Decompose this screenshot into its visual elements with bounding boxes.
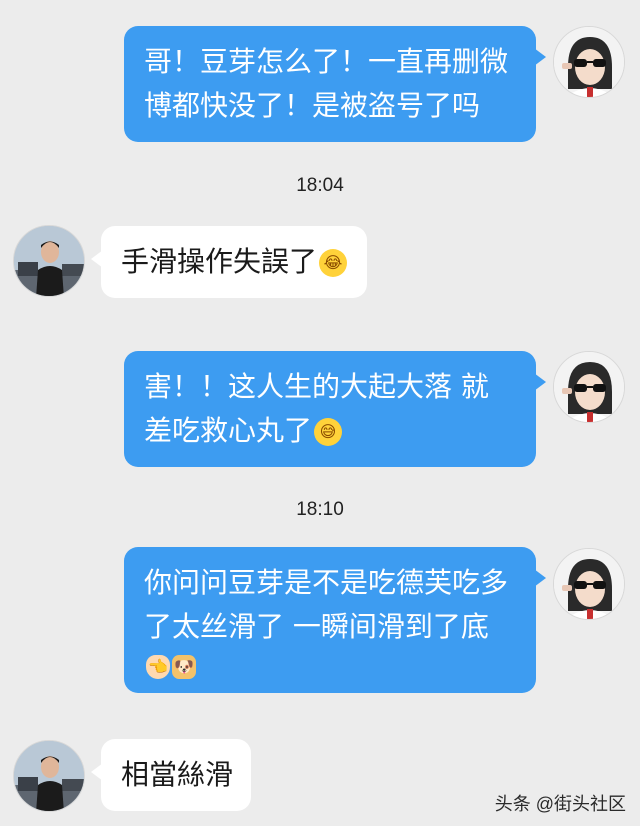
laughing-tears-emoji: 😂 — [319, 249, 348, 277]
contact-avatar[interactable] — [13, 225, 85, 297]
grinning-sweat-emoji: 😅 — [314, 418, 343, 446]
doge-emoji: 🐶 — [172, 655, 196, 679]
my-avatar[interactable] — [553, 548, 625, 620]
message-text: 相當絲滑 — [121, 758, 234, 791]
message-bubble-sent[interactable]: 你问问豆芽是不是吃德芙吃多 了太丝滑了 一瞬间滑到了底 👈 🐶 — [124, 547, 546, 693]
message-bubble-received[interactable]: 相當絲滑 — [91, 739, 251, 811]
contact-avatar[interactable] — [13, 740, 85, 812]
watermark: 头条 @街头社区 — [494, 794, 626, 814]
message-text: 你问问豆芽是不是吃德芙吃多 — [144, 566, 509, 599]
timestamp: 18:10 — [296, 499, 344, 520]
message-text: 害！！这人生的大起大落 就 — [144, 370, 489, 403]
message-bubble-sent[interactable]: 害！！这人生的大起大落 就 差吃救心丸了 😅 — [124, 351, 546, 467]
message-text: 了太丝滑了 一瞬间滑到了底 — [144, 610, 489, 643]
my-avatar[interactable] — [553, 26, 625, 98]
message-text: 差吃救心丸了 — [144, 414, 313, 447]
pointing-hand-emoji: 👈 — [146, 655, 170, 679]
message-bubble-received[interactable]: 手滑操作失誤了 😂 — [91, 226, 367, 298]
message-text: 哥！豆芽怎么了！一直再删微 — [144, 45, 509, 78]
my-avatar[interactable] — [553, 351, 625, 423]
message-text: 手滑操作失誤了 — [121, 245, 318, 278]
timestamp: 18:04 — [296, 175, 344, 196]
message-bubble-sent[interactable]: 哥！豆芽怎么了！一直再删微 博都快没了！是被盗号了吗 — [124, 26, 546, 142]
message-text: 博都快没了！是被盗号了吗 — [144, 89, 481, 122]
